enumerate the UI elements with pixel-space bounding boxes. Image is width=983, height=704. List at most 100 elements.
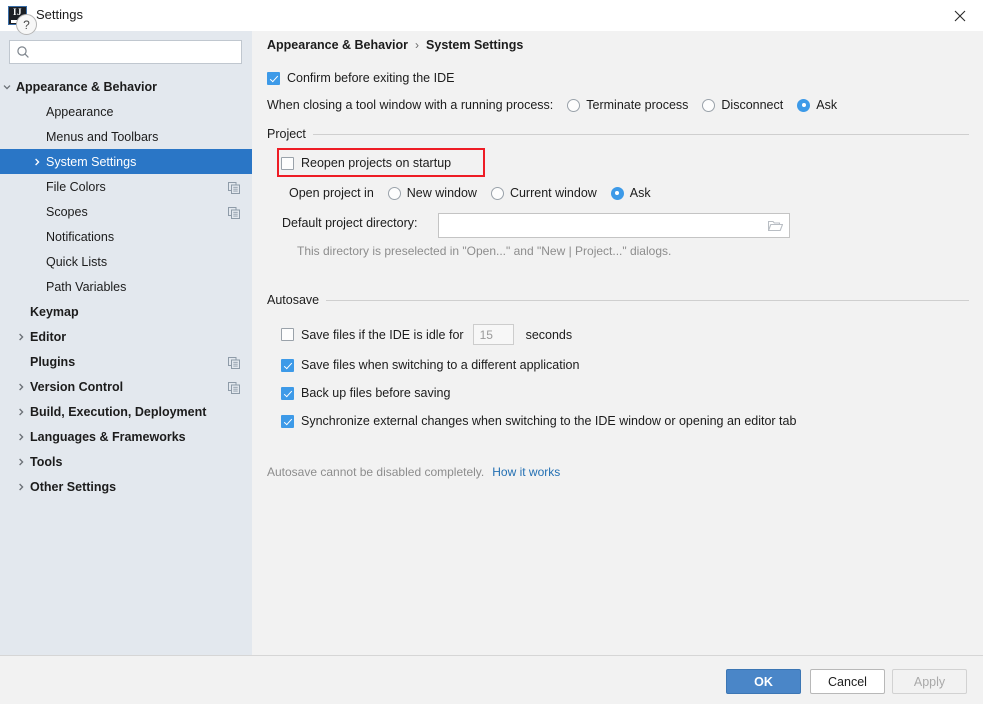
chevron-right-icon[interactable] xyxy=(15,381,27,393)
radio-current-window[interactable] xyxy=(490,186,504,200)
radio-disconnect[interactable] xyxy=(702,98,716,112)
settings-content-panel: Appearance & Behavior › System Settings … xyxy=(252,31,983,655)
window-title: Settings xyxy=(36,7,83,22)
radio-current-window-label[interactable]: Current window xyxy=(510,186,597,200)
open-project-in-row: Open project in New window Current windo… xyxy=(289,186,665,200)
sidebar-item-label: Languages & Frameworks xyxy=(30,429,186,444)
folder-icon[interactable] xyxy=(767,219,784,232)
default-directory-hint: This directory is preselected in "Open..… xyxy=(297,244,671,258)
reopen-projects-label[interactable]: Reopen projects on startup xyxy=(301,156,451,170)
default-project-directory-label: Default project directory: xyxy=(282,216,418,230)
autosave-idle-label-before[interactable]: Save files if the IDE is idle for xyxy=(301,328,464,342)
chevron-right-icon[interactable] xyxy=(15,331,27,343)
radio-ask-toolwindow[interactable] xyxy=(797,98,811,112)
project-scope-badge-icon xyxy=(228,381,240,394)
apply-button: Apply xyxy=(892,669,967,694)
cancel-button[interactable]: Cancel xyxy=(810,669,885,694)
sidebar-item-other-settings[interactable]: Other Settings xyxy=(0,474,252,499)
autosave-backup-checkbox[interactable] xyxy=(281,386,294,400)
autosave-backup-row[interactable]: Back up files before saving xyxy=(281,386,450,400)
radio-ask-openproject[interactable] xyxy=(610,186,624,200)
radio-ask-openproject-label[interactable]: Ask xyxy=(630,186,651,200)
open-project-in-label: Open project in xyxy=(289,186,374,200)
default-project-directory-input[interactable] xyxy=(439,214,789,237)
sidebar-item-label: Appearance & Behavior xyxy=(16,79,158,94)
autosave-idle-checkbox[interactable] xyxy=(281,328,294,341)
chevron-right-icon[interactable] xyxy=(15,456,27,468)
sidebar-item-plugins[interactable]: Plugins xyxy=(0,349,252,374)
settings-sidebar: Appearance & Behavior Appearance Menus and… xyxy=(0,31,252,655)
sidebar-item-label: Editor xyxy=(30,329,67,344)
autosave-switch-app-row[interactable]: Save files when switching to a different… xyxy=(281,358,579,372)
breadcrumb-parent[interactable]: Appearance & Behavior xyxy=(267,38,408,52)
autosave-sync-checkbox[interactable] xyxy=(281,414,294,428)
sidebar-item-file-colors[interactable]: File Colors xyxy=(0,174,252,199)
radio-terminate-process-label[interactable]: Terminate process xyxy=(586,98,688,112)
project-scope-badge-icon xyxy=(228,181,240,194)
autosave-group-title: Autosave xyxy=(267,293,320,307)
autosave-group-header: Autosave xyxy=(267,293,969,307)
tool-window-close-label: When closing a tool window with a runnin… xyxy=(267,98,554,112)
search-box[interactable] xyxy=(9,40,242,64)
confirm-exit-label[interactable]: Confirm before exiting the IDE xyxy=(287,71,454,85)
confirm-exit-row[interactable]: Confirm before exiting the IDE xyxy=(267,71,454,85)
sidebar-item-tools[interactable]: Tools xyxy=(0,449,252,474)
sidebar-item-system-settings[interactable]: System Settings xyxy=(0,149,252,174)
autosave-idle-label-after: seconds xyxy=(525,327,573,342)
settings-tree: Appearance & Behavior Appearance Menus and… xyxy=(0,74,252,499)
sidebar-item-version-control[interactable]: Version Control xyxy=(0,374,252,399)
sidebar-item-notifications[interactable]: Notifications xyxy=(0,224,252,249)
sidebar-item-label: Keymap xyxy=(30,304,79,319)
search-input[interactable] xyxy=(35,41,234,63)
default-project-directory-field[interactable] xyxy=(438,213,790,238)
sidebar-item-quick-lists[interactable]: Quick Lists xyxy=(0,249,252,274)
autosave-note-row: Autosave cannot be disabled completely. … xyxy=(267,465,560,479)
radio-disconnect-label[interactable]: Disconnect xyxy=(721,98,783,112)
sidebar-item-label: Other Settings xyxy=(30,479,117,494)
radio-new-window[interactable] xyxy=(387,186,401,200)
autosave-note-text: Autosave cannot be disabled completely. xyxy=(267,465,485,479)
chevron-right-icon[interactable] xyxy=(15,431,27,443)
autosave-idle-row[interactable]: Save files if the IDE is idle for 15 sec… xyxy=(281,324,572,345)
chevron-right-icon[interactable] xyxy=(15,481,27,493)
sidebar-item-appearance[interactable]: Appearance xyxy=(0,99,252,124)
radio-ask-toolwindow-label[interactable]: Ask xyxy=(816,98,837,112)
sidebar-item-path-variables[interactable]: Path Variables xyxy=(0,274,252,299)
close-icon[interactable] xyxy=(937,0,983,31)
sidebar-item-label: System Settings xyxy=(46,154,137,169)
sidebar-item-build-execution-deployment[interactable]: Build, Execution, Deployment xyxy=(0,399,252,424)
tool-window-close-row: When closing a tool window with a runnin… xyxy=(267,98,851,112)
autosave-idle-seconds-field[interactable]: 15 xyxy=(472,324,514,345)
how-it-works-link[interactable]: How it works xyxy=(492,465,560,479)
autosave-idle-seconds-value: 15 xyxy=(479,327,493,342)
project-scope-badge-icon xyxy=(228,356,240,369)
default-project-directory-row: Default project directory: xyxy=(282,216,417,230)
autosave-sync-label[interactable]: Synchronize external changes when switch… xyxy=(301,414,796,428)
breadcrumb-current: System Settings xyxy=(426,38,524,52)
radio-terminate-process[interactable] xyxy=(567,98,581,112)
sidebar-item-keymap[interactable]: Keymap xyxy=(0,299,252,324)
chevron-down-icon[interactable] xyxy=(1,81,13,93)
project-group-header: Project xyxy=(267,127,969,141)
breadcrumb-separator-icon: › xyxy=(415,38,420,52)
autosave-switch-app-checkbox[interactable] xyxy=(281,358,294,372)
chevron-right-icon[interactable] xyxy=(15,406,27,418)
sidebar-item-label: Menus and Toolbars xyxy=(46,129,159,144)
reopen-projects-checkbox[interactable] xyxy=(281,156,294,170)
sidebar-item-appearance-behavior[interactable]: Appearance & Behavior xyxy=(0,74,252,99)
sidebar-item-label: Version Control xyxy=(30,379,124,394)
autosave-switch-app-label[interactable]: Save files when switching to a different… xyxy=(301,358,579,372)
autosave-backup-label[interactable]: Back up files before saving xyxy=(301,386,450,400)
sidebar-item-menus-and-toolbars[interactable]: Menus and Toolbars xyxy=(0,124,252,149)
sidebar-item-languages-frameworks[interactable]: Languages & Frameworks xyxy=(0,424,252,449)
autosave-sync-row[interactable]: Synchronize external changes when switch… xyxy=(281,414,796,428)
chevron-right-icon[interactable] xyxy=(31,156,43,168)
sidebar-item-scopes[interactable]: Scopes xyxy=(0,199,252,224)
help-button[interactable]: ? xyxy=(16,14,37,35)
radio-new-window-label[interactable]: New window xyxy=(407,186,477,200)
confirm-exit-checkbox[interactable] xyxy=(267,71,280,85)
default-directory-hint-text: This directory is preselected in "Open..… xyxy=(297,244,672,258)
reopen-projects-row[interactable]: Reopen projects on startup xyxy=(281,156,451,170)
ok-button[interactable]: OK xyxy=(726,669,801,694)
sidebar-item-editor[interactable]: Editor xyxy=(0,324,252,349)
